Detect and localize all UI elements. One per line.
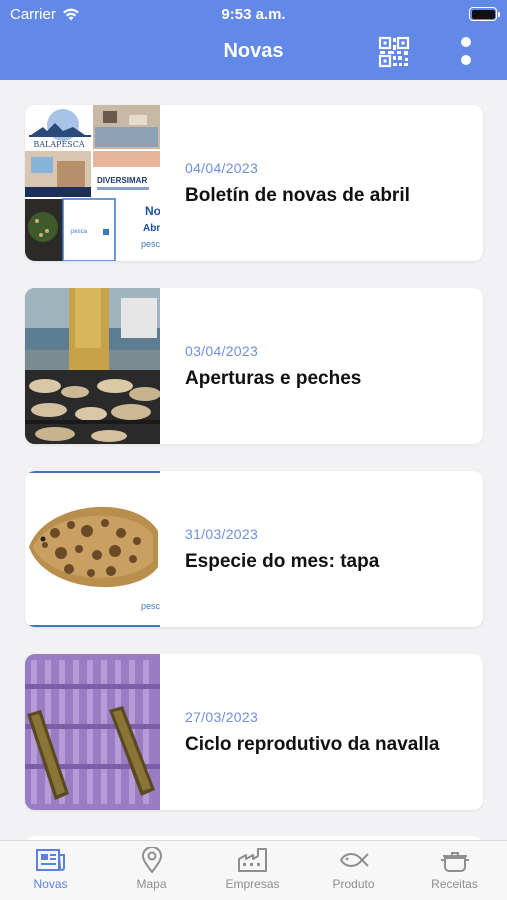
tab-receitas[interactable]: Receitas <box>404 847 505 891</box>
more-options-button[interactable] <box>452 36 480 68</box>
tab-label: Mapa <box>136 877 167 891</box>
tab-produto[interactable]: Produto <box>303 847 404 891</box>
thumb-brand-text: BALAPESCA <box>33 140 85 149</box>
qr-code-icon <box>378 36 410 68</box>
news-thumbnail <box>25 288 160 444</box>
app-header: Carrier 9:53 a.m. Novas <box>0 0 507 80</box>
news-card[interactable]: pesc 31/03/2023 Especie do mes: tapa <box>25 471 483 627</box>
news-card-text: 27/03/2023 Ciclo reprodutivo da navalla <box>185 709 471 756</box>
news-card[interactable]: 27/03/2023 Ciclo reprodutivo da navalla <box>25 654 483 810</box>
news-card-text: 31/03/2023 Especie do mes: tapa <box>185 526 471 573</box>
fish-icon <box>339 853 369 867</box>
tab-label: Produto <box>332 877 375 891</box>
page-title: Novas <box>223 40 284 62</box>
thumb-pesca-logo-text: pesca <box>71 229 88 235</box>
news-title: Ciclo reprodutivo da navalla <box>185 734 440 755</box>
status-bar: Carrier 9:53 a.m. <box>0 0 507 28</box>
news-date: 03/04/2023 <box>185 343 259 359</box>
thumb-heading-text: No <box>145 204 160 218</box>
news-date: 04/04/2023 <box>185 160 259 176</box>
news-list: BALAPESCA DIVERSIMAR pesca No Abr pesc 0… <box>25 105 483 837</box>
tab-bar: Novas Mapa Empresas Produto Receitas <box>0 840 507 900</box>
tab-empresas[interactable]: Empresas <box>202 847 303 891</box>
news-title: Boletín de novas de abril <box>185 185 410 206</box>
news-card[interactable]: 03/04/2023 Aperturas e peches <box>25 288 483 444</box>
tab-label: Receitas <box>431 877 478 891</box>
news-thumbnail <box>25 654 160 810</box>
cooking-pot-icon <box>440 852 469 872</box>
news-thumbnail: BALAPESCA DIVERSIMAR pesca No Abr pesc <box>25 105 160 261</box>
more-vertical-icon <box>461 37 471 65</box>
tab-novas[interactable]: Novas <box>0 847 101 891</box>
qr-code-button[interactable] <box>378 36 410 68</box>
news-title: Especie do mes: tapa <box>185 551 380 572</box>
tab-label: Empresas <box>225 877 280 891</box>
status-time: 9:53 a.m. <box>221 6 286 23</box>
thumb-pesca-text: pesc <box>141 601 160 611</box>
thumb-pesca-text: pesca <box>141 239 160 249</box>
news-thumbnail: pesc <box>25 471 160 627</box>
thumb-diversimar-text: DIVERSIMAR <box>97 176 147 185</box>
news-card-text: 04/04/2023 Boletín de novas de abril <box>185 160 471 207</box>
thumb-subheading-text: Abr <box>143 223 160 234</box>
news-card[interactable]: BALAPESCA DIVERSIMAR pesca No Abr pesc 0… <box>25 105 483 261</box>
news-date: 31/03/2023 <box>185 526 259 542</box>
factory-icon <box>237 848 267 872</box>
newspaper-icon <box>35 849 65 871</box>
tab-label: Novas <box>33 877 68 891</box>
news-date: 27/03/2023 <box>185 709 259 725</box>
map-pin-icon <box>141 847 162 873</box>
battery-icon <box>469 7 500 21</box>
news-title: Aperturas e peches <box>185 368 362 389</box>
tab-mapa[interactable]: Mapa <box>101 847 202 891</box>
news-card-text: 03/04/2023 Aperturas e peches <box>185 343 471 390</box>
